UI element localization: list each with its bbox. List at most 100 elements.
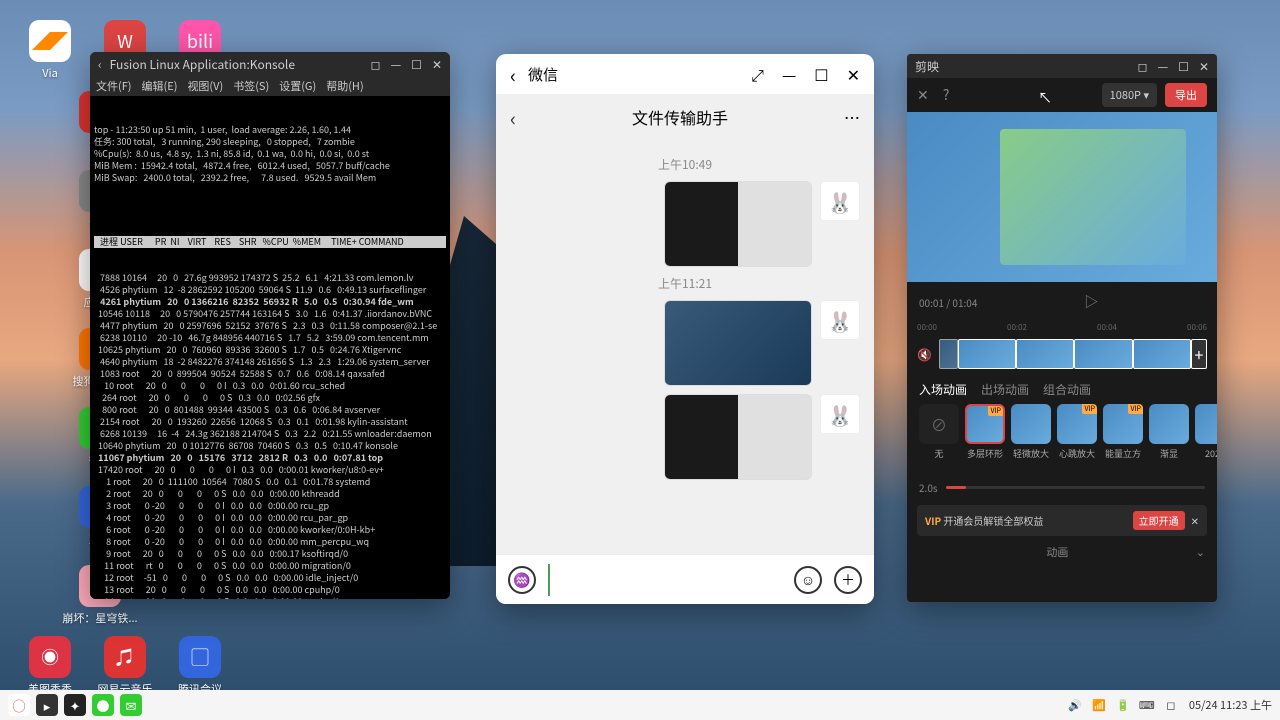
tab[interactable]: 出场动画 xyxy=(981,381,1029,398)
effect-item[interactable]: 轻微放大 xyxy=(1011,404,1051,474)
export-button[interactable]: 导出 xyxy=(1165,83,1207,107)
video-clip[interactable] xyxy=(939,339,958,369)
minimize-icon[interactable]: — xyxy=(390,56,401,73)
restore-icon[interactable]: ◻ xyxy=(1137,58,1147,75)
effect-item[interactable]: 渐显 xyxy=(1149,404,1189,474)
close-icon[interactable]: ✕ xyxy=(1199,58,1209,75)
message-row: 🐰 xyxy=(510,181,860,267)
top-summary: top - 11:23:50 up 51 min, 1 user, load a… xyxy=(94,124,446,184)
process-row: 14 root 20 0 0 0 0 S 0.0 0.0 0:00.00 cpu… xyxy=(94,596,446,599)
back-icon[interactable]: ‹ xyxy=(98,56,102,73)
close-icon[interactable]: ✕ xyxy=(432,56,442,73)
menu-item[interactable]: 设置(G) xyxy=(279,78,316,94)
tray-icon[interactable]: 🔋 xyxy=(1115,697,1131,713)
ruler-tick: 00:02 xyxy=(1007,322,1027,334)
taskbar-app-icon[interactable]: ▸ xyxy=(36,694,58,716)
avatar[interactable]: 🐰 xyxy=(820,300,860,340)
add-clip-button[interactable]: + xyxy=(1191,339,1207,369)
menu-item[interactable]: 视图(V) xyxy=(187,78,223,94)
effect-label: 轻微放大 xyxy=(1013,447,1049,460)
effect-item[interactable]: ⊘无 xyxy=(919,404,959,474)
clock[interactable]: 05/24 11:23 上午 xyxy=(1189,697,1272,713)
maximize-icon[interactable]: ☐ xyxy=(1178,58,1189,75)
close-icon[interactable]: ✕ xyxy=(847,62,860,86)
video-clip[interactable] xyxy=(958,339,1016,369)
desktop-icon[interactable]: ◉美图秀秀 xyxy=(20,636,80,697)
vip-subscribe-button[interactable]: 立即开通 xyxy=(1133,511,1185,530)
effect-item[interactable]: VIP多层环形 xyxy=(965,404,1005,474)
ruler-tick: 00:04 xyxy=(1097,322,1117,334)
plus-icon[interactable]: ＋ xyxy=(834,566,862,594)
effect-item[interactable]: 2024 xyxy=(1195,404,1217,474)
minimize-icon[interactable]: — xyxy=(1157,58,1168,75)
maximize-icon[interactable]: ☐ xyxy=(411,56,422,73)
konsole-titlebar[interactable]: ‹ Fusion Linux Application:Konsole ◻ — ☐… xyxy=(90,52,450,76)
slider-track[interactable] xyxy=(946,486,1205,489)
effect-thumb xyxy=(1149,404,1189,444)
tray-icon[interactable]: ◻ xyxy=(1163,697,1179,713)
tray-icon[interactable]: ⌨ xyxy=(1139,697,1155,713)
taskbar-app-icon[interactable]: ✦ xyxy=(64,694,86,716)
close-icon[interactable]: ✕ xyxy=(1191,513,1199,528)
avatar[interactable]: 🐰 xyxy=(820,181,860,221)
message-timestamp: 上午11:21 xyxy=(510,275,860,292)
emoji-icon[interactable]: ☺ xyxy=(794,566,822,594)
message-image[interactable] xyxy=(664,300,812,386)
desktop-icon[interactable]: ▢腾讯会议 xyxy=(170,636,230,697)
konsole-title-text: Fusion Linux Application:Konsole xyxy=(110,56,295,73)
message-image[interactable] xyxy=(664,181,812,267)
jianying-titlebar[interactable]: 剪映 ◻ — ☐ ✕ xyxy=(907,54,1217,78)
menu-item[interactable]: 书签(S) xyxy=(233,78,269,94)
menu-item[interactable]: 编辑(E) xyxy=(142,78,178,94)
more-icon[interactable]: ⋯ xyxy=(844,105,860,129)
video-clip[interactable] xyxy=(1074,339,1132,369)
icon-label: 崩坏：星穹铁... xyxy=(62,610,137,626)
chevron-down-icon[interactable]: ⌄ xyxy=(1196,544,1205,560)
message-input[interactable] xyxy=(548,564,782,596)
tray-icon[interactable]: 📶 xyxy=(1091,697,1107,713)
app-icon: ▢ xyxy=(179,636,221,678)
voice-icon[interactable]: ♒ xyxy=(508,566,536,594)
tab[interactable]: 组合动画 xyxy=(1043,381,1091,398)
taskbar-app-icon[interactable]: ● xyxy=(92,694,114,716)
konsole-output[interactable]: top - 11:23:50 up 51 min, 1 user, load a… xyxy=(90,96,450,599)
bottom-bar: 动画 ⌄ xyxy=(907,540,1217,564)
avatar[interactable]: 🐰 xyxy=(820,394,860,434)
minimize-icon[interactable]: — xyxy=(782,62,796,86)
expand-icon[interactable]: ⤢ xyxy=(751,62,764,86)
play-icon[interactable]: ▷ xyxy=(1084,292,1098,312)
wechat-input-bar: ♒ ☺ ＋ xyxy=(496,554,874,604)
back-icon[interactable]: ‹ xyxy=(510,60,516,89)
tray-icon[interactable]: 🔊 xyxy=(1067,697,1083,713)
effect-thumb: VIP xyxy=(965,404,1005,444)
wechat-titlebar[interactable]: ‹ 微信 ⤢ — ☐ ✕ xyxy=(496,54,874,94)
effect-label: 渐显 xyxy=(1160,447,1178,460)
resolution-dropdown[interactable]: 1080P ▾ xyxy=(1102,83,1157,107)
restore-icon[interactable]: ◻ xyxy=(370,56,380,73)
effect-label: 无 xyxy=(934,447,943,460)
effect-item[interactable]: VIP能量立方 xyxy=(1103,404,1143,474)
video-preview[interactable] xyxy=(907,112,1217,282)
message-image[interactable] xyxy=(664,394,812,480)
app-icon: ◢◤ xyxy=(29,20,71,62)
desktop-icon[interactable]: ◢◤ Via xyxy=(20,20,80,81)
mute-icon[interactable]: 🔇 xyxy=(917,346,937,363)
wechat-messages[interactable]: 上午10:49 🐰 上午11:21 🐰 🐰 xyxy=(496,140,874,554)
video-track[interactable]: 🔇 + xyxy=(917,336,1207,372)
tab[interactable]: 入场动画 xyxy=(919,381,967,398)
effect-thumb: VIP xyxy=(1057,404,1097,444)
video-clip[interactable] xyxy=(1016,339,1074,369)
close-panel-icon[interactable]: ✕ xyxy=(917,85,929,105)
taskbar-app-icon[interactable]: ✉ xyxy=(120,694,142,716)
jianying-window: 剪映 ◻ — ☐ ✕ ✕ ? 1080P ▾ 导出 00:01 / 01:04 … xyxy=(907,54,1217,602)
menu-item[interactable]: 帮助(H) xyxy=(326,78,363,94)
help-icon[interactable]: ? xyxy=(943,85,950,105)
menu-item[interactable]: 文件(F) xyxy=(96,78,132,94)
video-clip[interactable] xyxy=(1133,339,1191,369)
desktop-icon[interactable]: ♫网易云音乐 xyxy=(95,636,155,697)
taskbar-app-icon[interactable]: ◯ xyxy=(8,694,30,716)
icon-label: Via xyxy=(42,65,58,81)
maximize-icon[interactable]: ☐ xyxy=(814,62,828,86)
effect-item[interactable]: VIP心跳放大 xyxy=(1057,404,1097,474)
time-display: 00:01 / 01:04 xyxy=(919,295,977,310)
